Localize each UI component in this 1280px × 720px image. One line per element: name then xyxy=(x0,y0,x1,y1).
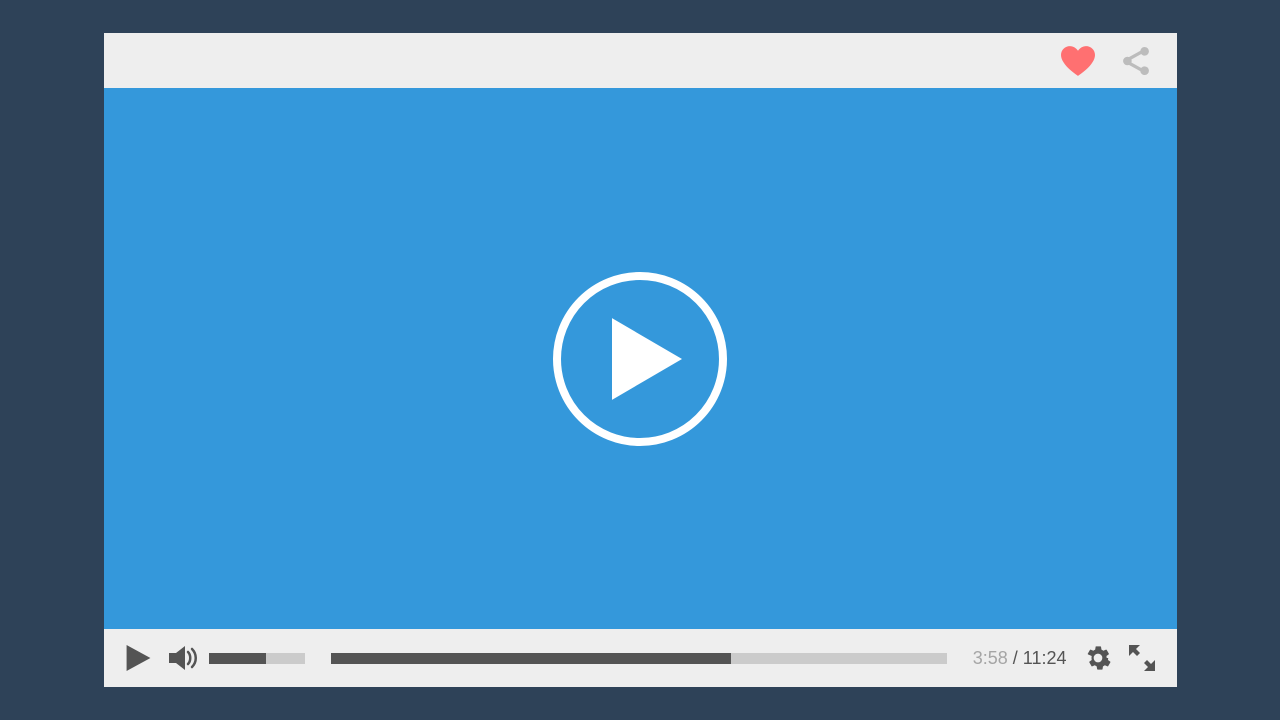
video-viewport[interactable] xyxy=(104,88,1177,629)
volume-icon xyxy=(169,646,199,670)
heart-icon xyxy=(1061,46,1095,76)
time-display: 3:58 / 11:24 xyxy=(973,648,1067,669)
volume-fill xyxy=(209,653,267,664)
progress-slider[interactable] xyxy=(331,653,947,664)
share-button[interactable] xyxy=(1123,47,1149,75)
volume-slider[interactable] xyxy=(209,653,305,664)
progress-fill xyxy=(331,653,732,664)
like-button[interactable] xyxy=(1061,46,1095,76)
play-icon xyxy=(126,645,151,671)
fullscreen-icon xyxy=(1129,645,1155,671)
volume-button[interactable] xyxy=(169,646,199,670)
time-separator: / xyxy=(1008,648,1023,668)
time-current: 3:58 xyxy=(973,648,1008,668)
gear-icon xyxy=(1085,645,1111,671)
settings-button[interactable] xyxy=(1085,645,1111,671)
play-button[interactable] xyxy=(126,645,151,671)
top-bar xyxy=(104,33,1177,88)
video-player: 3:58 / 11:24 xyxy=(104,33,1177,687)
time-total: 11:24 xyxy=(1023,648,1067,668)
controls-bar: 3:58 / 11:24 xyxy=(104,629,1177,687)
play-icon xyxy=(598,318,682,400)
volume-control xyxy=(169,646,305,670)
share-icon xyxy=(1123,47,1149,75)
center-play-button[interactable] xyxy=(553,272,727,446)
fullscreen-button[interactable] xyxy=(1129,645,1155,671)
